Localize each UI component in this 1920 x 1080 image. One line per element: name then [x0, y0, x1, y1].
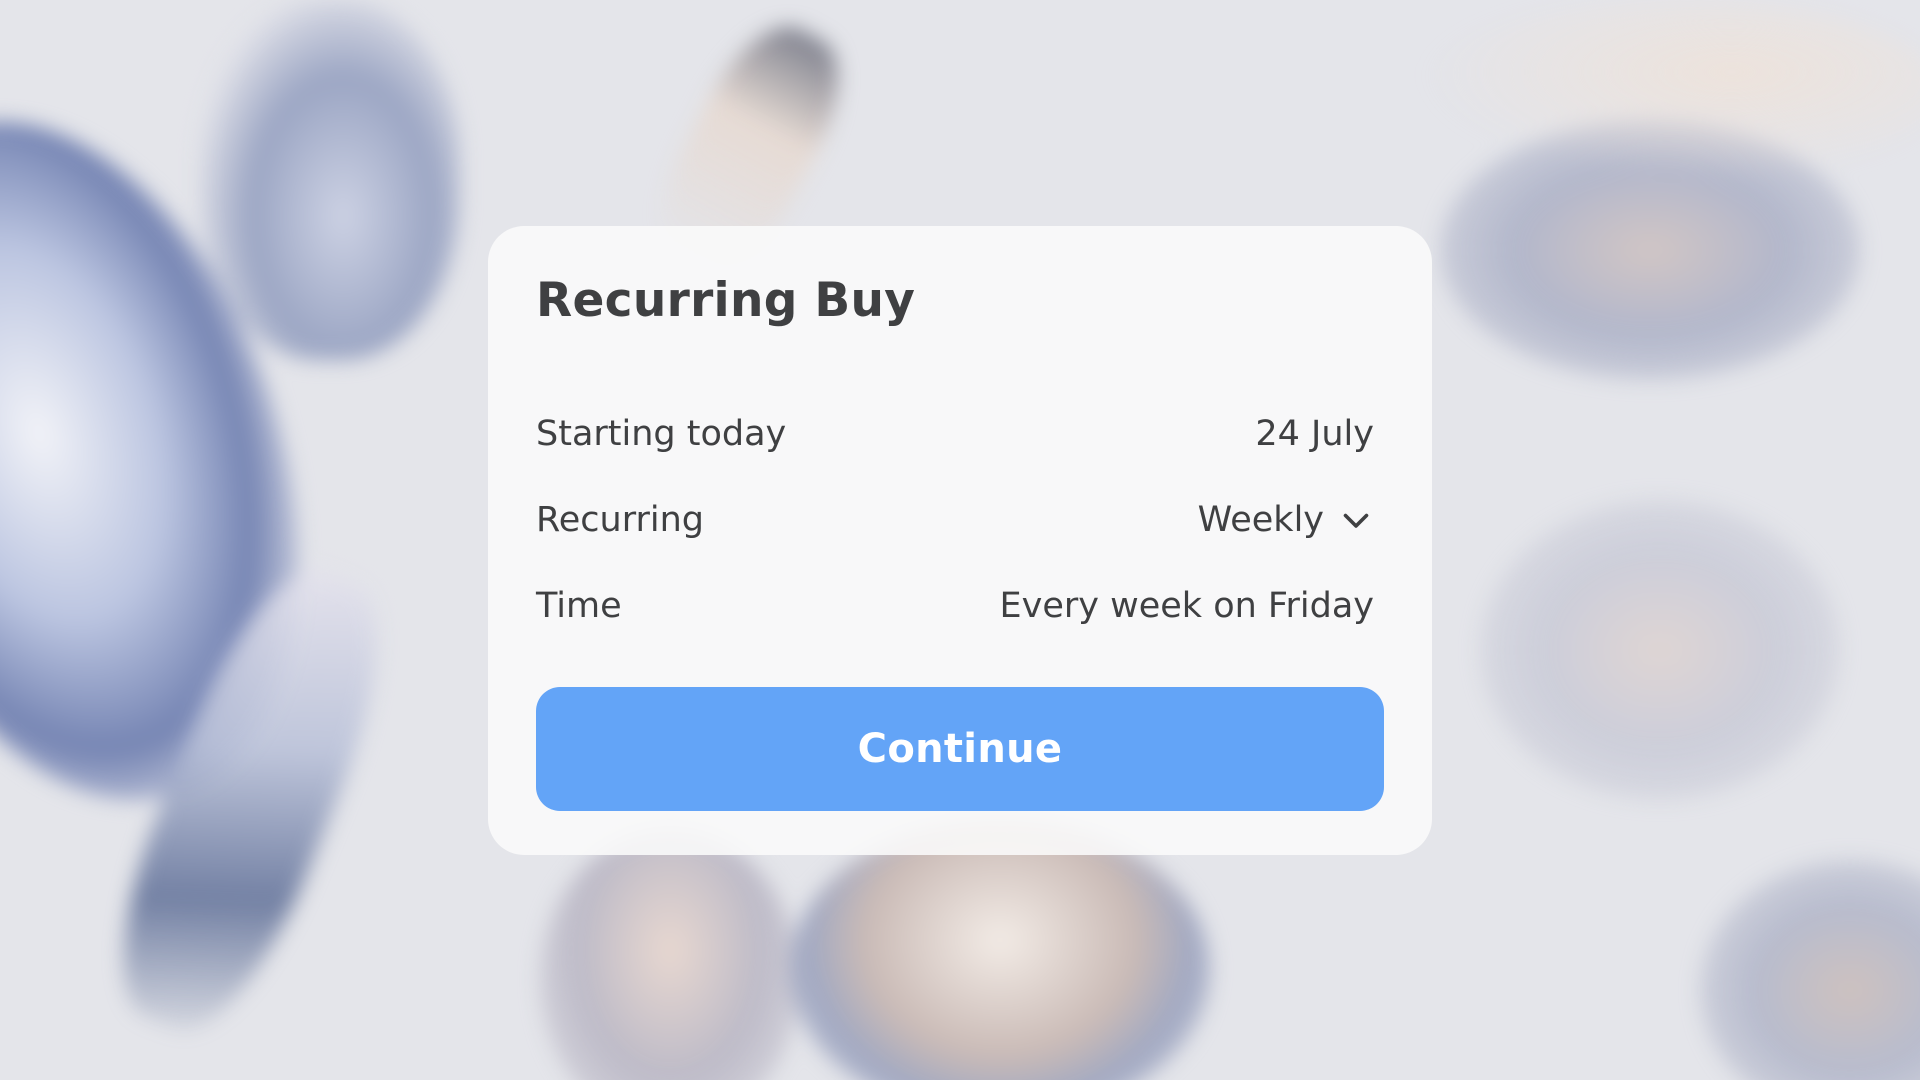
app-stage: Recurring Buy Starting today 24 July Rec…	[0, 0, 1920, 1080]
background-coin	[790, 820, 1210, 1080]
background-coin	[200, 0, 460, 360]
starting-date-label: Starting today	[536, 413, 787, 454]
recurring-frequency-dropdown[interactable]: Weekly	[1198, 500, 1374, 540]
recurring-frequency-row: Recurring Weekly	[536, 477, 1384, 563]
time-label: Time	[536, 585, 622, 626]
continue-button[interactable]: Continue	[536, 686, 1384, 811]
background-coin	[540, 830, 800, 1080]
background-coin	[1480, 500, 1840, 800]
card-title: Recurring Buy	[536, 273, 916, 328]
time-row: Time Every week on Friday	[536, 563, 1384, 649]
starting-date-row: Starting today 24 July	[536, 391, 1384, 477]
time-value: Every week on Friday	[999, 585, 1374, 626]
background-coin	[1420, 0, 1920, 180]
settings-list: Starting today 24 July Recurring Weekly …	[536, 391, 1384, 649]
recurring-frequency-value: Weekly	[1197, 499, 1324, 540]
recurring-frequency-label: Recurring	[536, 499, 704, 540]
starting-date-value: 24 July	[1255, 413, 1374, 454]
background-coin	[1700, 860, 1920, 1080]
chevron-down-icon	[1343, 513, 1369, 528]
recurring-buy-card: Recurring Buy Starting today 24 July Rec…	[488, 226, 1432, 855]
